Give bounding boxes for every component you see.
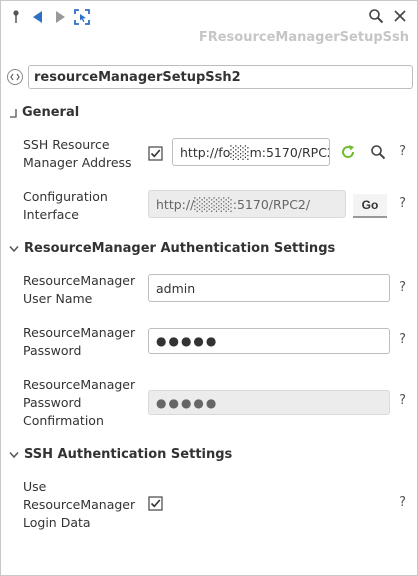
config-interface-help[interactable]: ? <box>399 196 406 211</box>
toolbar-right <box>367 7 409 25</box>
use-login-data-label-line1: Use <box>23 479 47 494</box>
section-general-title: General <box>22 105 80 120</box>
ssh-address-checkbox[interactable] <box>148 146 163 161</box>
section-general-header[interactable]: General <box>9 105 79 120</box>
config-interface-label-line1: Configuration <box>23 189 108 204</box>
close-icon[interactable] <box>391 7 409 25</box>
user-name-help[interactable]: ? <box>399 280 406 295</box>
chevron-down-icon[interactable] <box>9 245 19 253</box>
ssh-address-input[interactable]: http://fo░░m:5170/RPC2/ <box>172 138 330 166</box>
section-auth-title: ResourceManager Authentication Settings <box>24 241 336 256</box>
use-login-data-label-line2: ResourceManager <box>23 497 136 512</box>
forward-arrow-icon[interactable] <box>51 8 69 26</box>
section-collapse-icon[interactable] <box>9 108 17 118</box>
config-interface-field: http://░░░░:5170/RPC2/ <box>148 190 346 218</box>
password-confirm-label-line2: Password <box>23 395 82 410</box>
user-name-input[interactable]: admin <box>148 274 390 302</box>
password-label-line2: Password <box>23 343 82 358</box>
user-name-label: ResourceManager User Name <box>23 272 135 308</box>
section-ssh-auth-title: SSH Authentication Settings <box>24 447 233 462</box>
pin-icon[interactable] <box>7 8 25 26</box>
object-name-input[interactable]: resourceManagerSetupSsh2 <box>28 65 413 89</box>
search-icon[interactable] <box>367 7 385 25</box>
chevron-down-icon[interactable] <box>9 451 19 459</box>
user-name-label-line2: User Name <box>23 291 93 306</box>
lookup-search-icon[interactable] <box>369 143 387 161</box>
password-confirm-label-line3: Confirmation <box>23 413 104 428</box>
use-login-data-checkbox[interactable] <box>148 496 163 511</box>
ssh-address-label-line1: SSH Resource <box>23 137 110 152</box>
go-button[interactable]: Go <box>353 194 387 218</box>
use-login-data-help[interactable]: ? <box>399 495 406 510</box>
object-type-icon <box>7 69 23 85</box>
password-label: ResourceManager Password <box>23 324 135 360</box>
password-help[interactable]: ? <box>399 332 406 347</box>
back-arrow-icon[interactable] <box>29 8 47 26</box>
use-login-data-label: Use ResourceManager Login Data <box>23 478 135 532</box>
window-title: FResourceManagerSetupSsh <box>198 30 409 45</box>
object-name-row: resourceManagerSetupSsh2 <box>7 65 413 89</box>
password-confirm-help[interactable]: ? <box>399 393 406 408</box>
use-login-data-label-line3: Login Data <box>23 515 91 530</box>
panel-frame: FResourceManagerSetupSsh resourceManager… <box>0 0 418 576</box>
config-interface-label: Configuration Interface <box>23 188 108 224</box>
password-confirm-field: ●●●●● <box>148 390 390 415</box>
password-input[interactable]: ●●●●● <box>148 328 390 354</box>
section-ssh-auth-header[interactable]: SSH Authentication Settings <box>9 447 232 462</box>
ssh-address-label: SSH Resource Manager Address <box>23 136 132 172</box>
toolbar <box>7 7 91 27</box>
password-confirm-label: ResourceManager Password Confirmation <box>23 376 135 430</box>
user-name-label-line1: ResourceManager <box>23 273 136 288</box>
config-interface-label-line2: Interface <box>23 207 79 222</box>
ssh-address-help[interactable]: ? <box>399 144 406 159</box>
ssh-address-label-line2: Manager Address <box>23 155 132 170</box>
refresh-icon[interactable] <box>339 143 357 161</box>
section-auth-header[interactable]: ResourceManager Authentication Settings <box>9 241 335 256</box>
password-confirm-label-line1: ResourceManager <box>23 377 136 392</box>
password-label-line1: ResourceManager <box>23 325 136 340</box>
select-target-icon[interactable] <box>73 8 91 26</box>
